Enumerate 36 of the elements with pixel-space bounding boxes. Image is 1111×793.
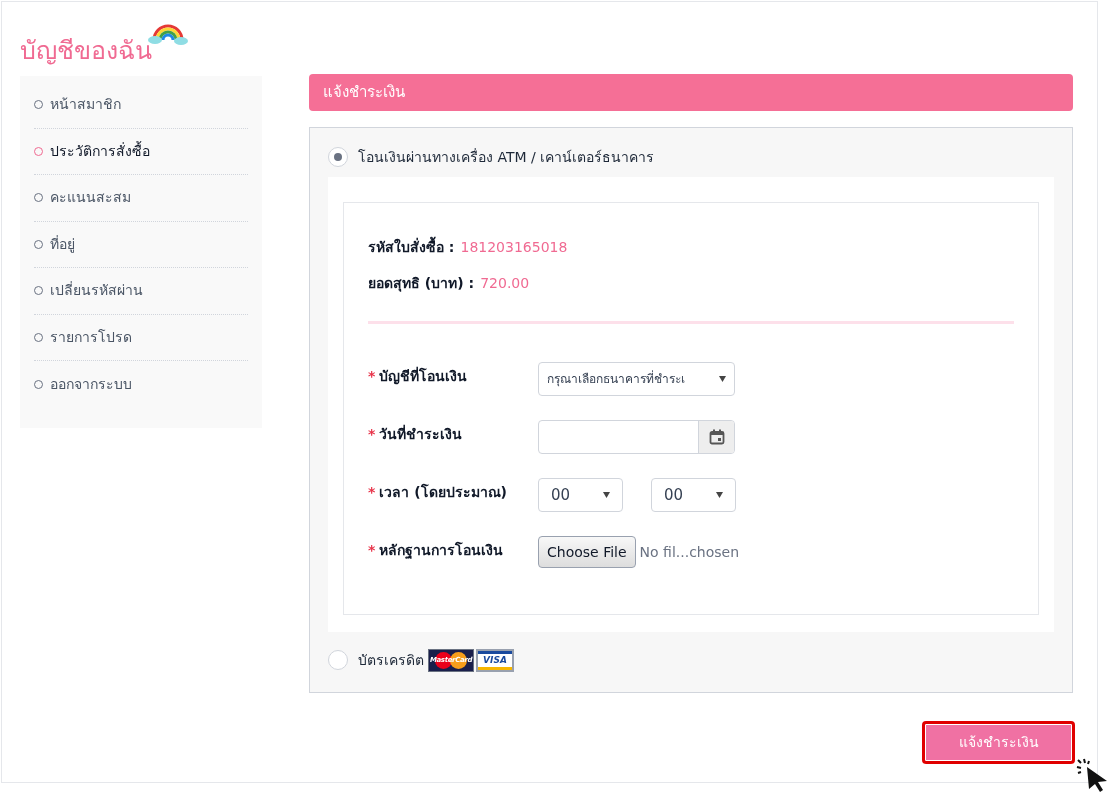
required-mark: * — [368, 367, 376, 386]
summary-value: 181203165018 — [460, 237, 568, 257]
caret-icon — [603, 492, 610, 498]
choose-file-button[interactable]: Choose File — [538, 536, 636, 568]
section-header: แจ้งชำระเงิน — [309, 74, 1073, 111]
sidebar-item[interactable]: ประวัติการสั่งซื้อ — [34, 128, 248, 175]
calendar-icon — [708, 429, 725, 445]
field-label: หลักฐานการโอนเงิน — [379, 540, 504, 561]
sidebar-item[interactable]: ที่อยู่ — [34, 221, 248, 268]
page-title: บัญชีของฉัน — [20, 35, 152, 67]
caret-icon — [719, 376, 726, 382]
caret-icon — [716, 492, 723, 498]
sidebar-item[interactable]: เปลี่ยนรหัสผ่าน — [34, 268, 248, 315]
payment-method-label: บัตรเครดิต — [358, 650, 424, 670]
payment-method-label: โอนเงินผ่านทางเครื่อง ATM / เคาน์เตอร์ธนาคาร — [358, 147, 655, 167]
summary-label: ยอดสุทธิ (บาท) : — [368, 273, 475, 294]
date-field[interactable] — [538, 420, 735, 454]
required-mark: * — [368, 541, 376, 560]
hour-select[interactable]: 00 — [538, 478, 623, 512]
field-label: บัญชีที่โอนเงิน — [379, 366, 468, 387]
bank-select[interactable]: กรุณาเลือกธนาคารที่ชำระเ — [538, 362, 735, 396]
field-label: วันที่ชำระเงิน — [379, 424, 463, 444]
card-logo: VISA — [476, 648, 514, 672]
sidebar-item[interactable]: คะแนนสะสม — [34, 175, 248, 222]
sidebar-item[interactable]: ออกจากระบบ — [34, 361, 248, 408]
summary-value: 720.00 — [480, 273, 530, 293]
file-status: No fil...chosen — [639, 542, 740, 562]
field-label: เวลา (โดยประมาณ) — [379, 482, 507, 502]
sidebar-item[interactable]: หน้าสมาชิก — [34, 82, 248, 129]
radio-button[interactable] — [328, 650, 348, 670]
required-mark: * — [368, 483, 376, 502]
sidebar-item[interactable]: รายการโปรด — [34, 314, 248, 361]
required-mark: * — [368, 425, 376, 444]
minute-select[interactable]: 00 — [651, 478, 736, 512]
summary-label: รหัสใบสั่งซื้อ : — [368, 236, 455, 257]
radio-button[interactable] — [328, 147, 348, 167]
